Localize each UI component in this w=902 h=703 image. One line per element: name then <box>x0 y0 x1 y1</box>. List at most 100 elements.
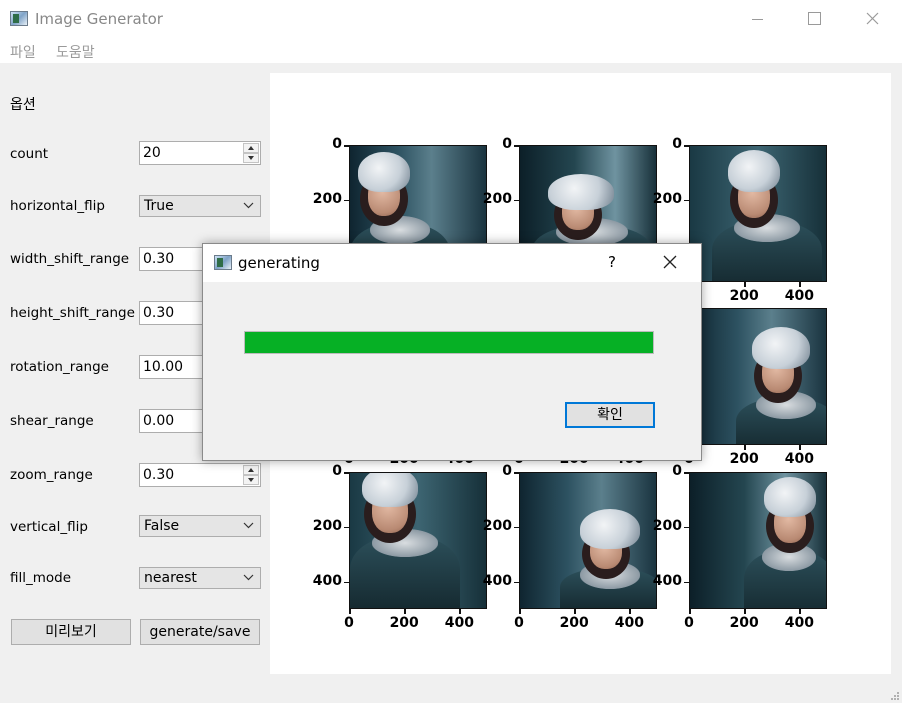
x-tick-mark <box>629 609 631 614</box>
x-tick-mark <box>744 609 746 614</box>
menu-help[interactable]: 도움말 <box>56 42 95 62</box>
y-tick-label: 0 <box>672 136 682 152</box>
chevron-down-icon <box>243 574 254 581</box>
rotation-range-value: 10.00 <box>143 359 184 375</box>
menu-bar: 파일 도움말 <box>0 38 902 64</box>
augmented-image-8 <box>519 472 657 609</box>
close-button[interactable] <box>844 0 902 38</box>
dialog-title: generating <box>238 254 320 272</box>
y-tick-mark <box>344 526 349 529</box>
zoom-range-value: 0.30 <box>143 467 175 483</box>
ok-button[interactable]: 확인 <box>565 402 655 428</box>
y-tick-mark <box>684 199 689 202</box>
minimize-button[interactable] <box>728 0 786 38</box>
y-tick-label: 400 <box>482 572 512 589</box>
zoom-range-label: zoom_range <box>10 467 93 483</box>
height-shift-range-value: 0.30 <box>143 305 175 321</box>
fill-mode-value: nearest <box>144 570 197 586</box>
window-title: Image Generator <box>35 10 163 28</box>
augmented-image-9 <box>689 472 827 609</box>
y-tick-mark <box>684 472 689 474</box>
y-tick-mark <box>344 472 349 474</box>
spin-up-icon[interactable] <box>243 143 259 153</box>
help-icon[interactable]: ? <box>608 253 616 271</box>
x-tick-mark <box>799 609 801 614</box>
spin-up-icon[interactable] <box>243 465 259 475</box>
x-tick-label: 200 <box>559 615 589 631</box>
count-value: 20 <box>143 145 161 161</box>
x-tick-mark <box>404 609 406 614</box>
horizontal-flip-value: True <box>144 198 174 214</box>
y-tick-mark <box>514 145 519 147</box>
y-tick-mark <box>344 145 349 147</box>
zoom-range-spinbox[interactable]: 0.30 <box>139 463 261 487</box>
count-spinbox[interactable]: 20 <box>139 141 261 165</box>
x-tick-mark <box>799 445 801 450</box>
y-tick-label: 200 <box>652 190 682 207</box>
width-shift-range-value: 0.30 <box>143 251 175 267</box>
x-tick-label: 200 <box>729 451 759 467</box>
fill-mode-combo[interactable]: nearest <box>139 567 261 589</box>
progress-bar <box>244 331 654 354</box>
y-tick-mark <box>344 199 349 202</box>
x-tick-label: 200 <box>729 615 759 631</box>
x-tick-label: 400 <box>784 451 814 467</box>
close-icon[interactable] <box>663 255 677 269</box>
progress-dialog: generating ? 확인 <box>202 243 702 461</box>
x-tick-label: 0 <box>684 615 694 631</box>
x-tick-label: 0 <box>514 615 524 631</box>
chevron-down-icon <box>243 202 254 209</box>
menu-file[interactable]: 파일 <box>10 42 36 62</box>
width-shift-range-label: width_shift_range <box>10 251 130 267</box>
x-tick-mark <box>459 609 461 614</box>
x-tick-mark <box>744 445 746 450</box>
x-tick-mark <box>349 609 351 614</box>
horizontal-flip-label: horizontal_flip <box>10 198 105 214</box>
y-tick-label: 200 <box>482 190 512 207</box>
app-icon <box>10 11 28 26</box>
app-icon <box>214 255 232 270</box>
shear-range-value: 0.00 <box>143 413 175 429</box>
x-tick-label: 400 <box>444 615 474 631</box>
horizontal-flip-combo[interactable]: True <box>139 195 261 217</box>
x-tick-mark <box>574 609 576 614</box>
progress-fill <box>245 332 653 353</box>
x-tick-mark <box>519 609 521 614</box>
resize-grip-icon[interactable] <box>890 691 900 701</box>
x-tick-label: 400 <box>784 615 814 631</box>
maximize-button[interactable] <box>786 0 844 38</box>
title-bar: Image Generator <box>0 0 902 38</box>
y-tick-mark <box>684 145 689 147</box>
y-tick-label: 0 <box>332 136 342 152</box>
x-tick-mark <box>799 282 801 287</box>
augmented-image-6 <box>689 308 827 445</box>
y-tick-mark <box>514 199 519 202</box>
x-tick-label: 0 <box>344 615 354 631</box>
count-label: count <box>10 146 49 162</box>
y-tick-mark <box>514 472 519 474</box>
y-tick-label: 400 <box>652 572 682 589</box>
augmented-image-3 <box>689 145 827 282</box>
preview-button[interactable]: 미리보기 <box>11 619 131 645</box>
y-tick-mark <box>684 581 689 584</box>
vertical-flip-value: False <box>144 518 180 534</box>
shear-range-label: shear_range <box>10 413 94 429</box>
vertical-flip-combo[interactable]: False <box>139 515 261 537</box>
height-shift-range-label: height_shift_range <box>10 305 135 321</box>
generate-save-button[interactable]: generate/save <box>140 619 260 645</box>
y-tick-label: 200 <box>312 190 342 207</box>
y-tick-label: 200 <box>652 517 682 534</box>
y-tick-mark <box>344 581 349 584</box>
dialog-title-bar: generating ? <box>203 244 701 282</box>
y-tick-label: 200 <box>482 517 512 534</box>
x-tick-label: 200 <box>729 288 759 304</box>
vertical-flip-label: vertical_flip <box>10 519 88 535</box>
x-tick-mark <box>744 282 746 287</box>
options-title: 옵션 <box>10 97 36 113</box>
fill-mode-label: fill_mode <box>10 570 72 586</box>
spin-down-icon[interactable] <box>243 153 259 163</box>
y-tick-label: 400 <box>312 572 342 589</box>
y-tick-mark <box>514 526 519 529</box>
rotation-range-label: rotation_range <box>10 359 109 375</box>
spin-down-icon[interactable] <box>243 475 259 485</box>
